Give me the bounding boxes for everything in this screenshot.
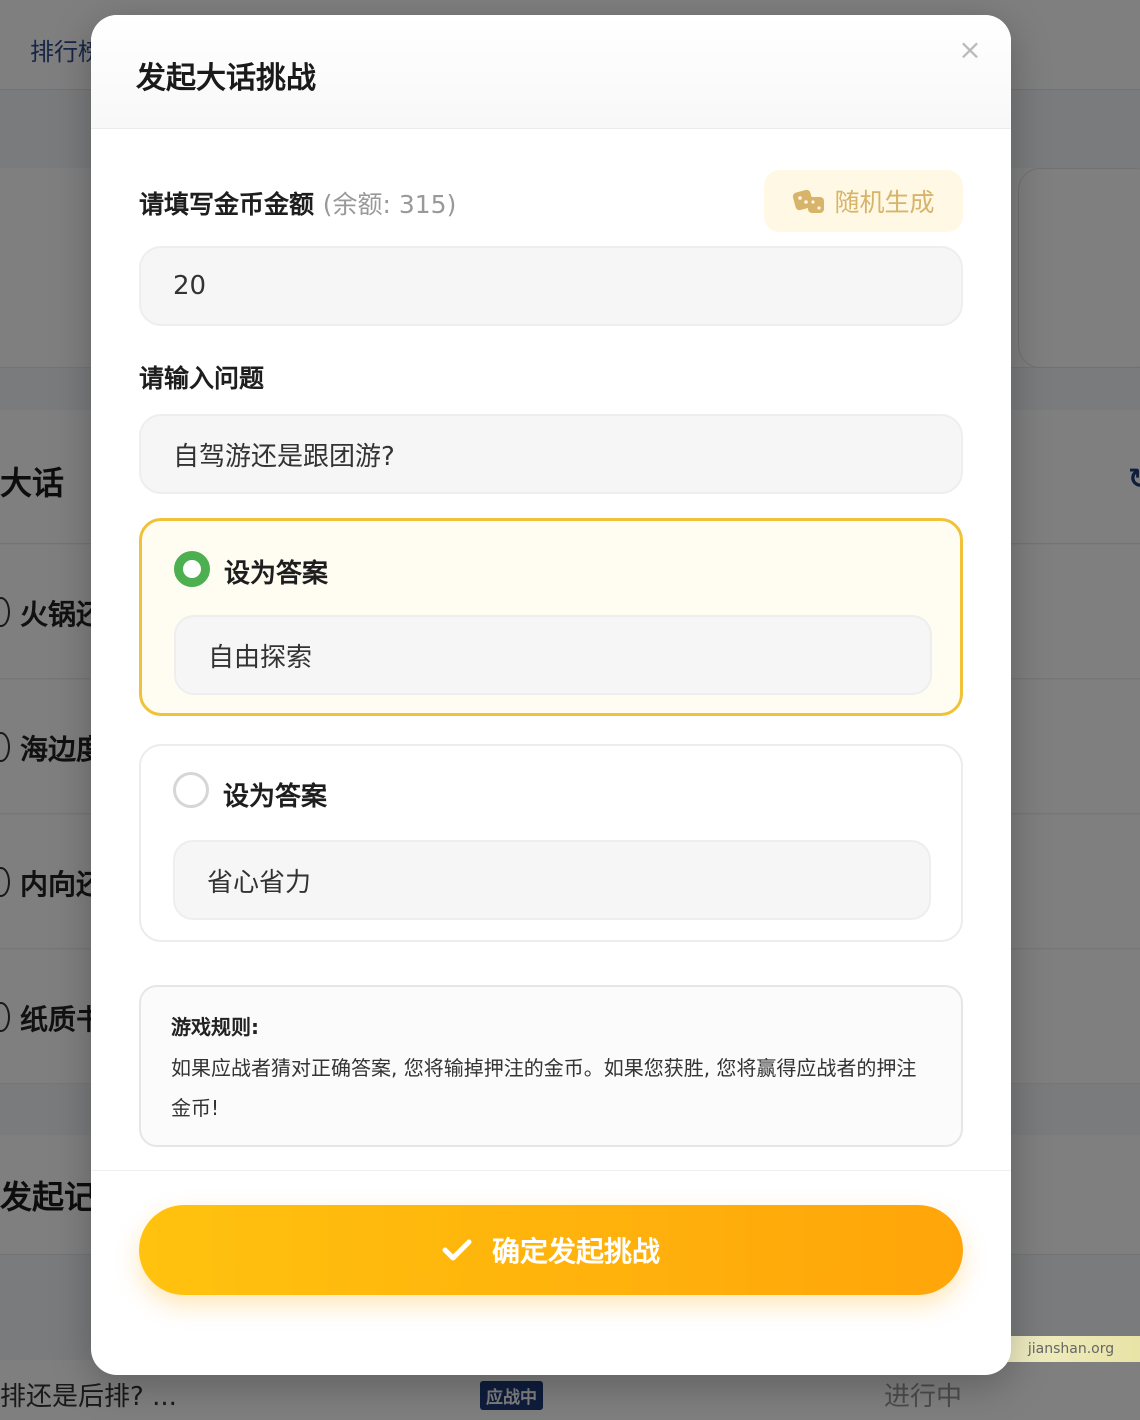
- balance-text: (余额: 315): [322, 190, 457, 219]
- modal-title: 发起大话挑战: [136, 61, 316, 96]
- answer-radio-1[interactable]: [174, 551, 210, 587]
- answer-input-1[interactable]: 自由探索: [174, 615, 932, 695]
- game-rules: 游戏规则: 如果应战者猜对正确答案, 您将输掉押注的金币。如果您获胜, 您将赢得…: [139, 985, 963, 1147]
- question-label: 请输入问题: [139, 364, 265, 393]
- confirm-challenge-button[interactable]: 确定发起挑战: [139, 1205, 963, 1295]
- answer-option-2[interactable]: 设为答案 省心省力: [139, 744, 963, 942]
- footer-divider: [91, 1170, 1011, 1171]
- dice-icon: [793, 189, 825, 213]
- amount-label: 请填写金币金额 (余额: 315): [139, 185, 456, 221]
- watermark: jianshan.org: [1002, 1336, 1140, 1362]
- close-icon[interactable]: ×: [953, 33, 987, 67]
- amount-label-text: 请填写金币金额: [139, 190, 315, 219]
- answer-label-1: 设为答案: [224, 559, 329, 589]
- check-icon: [442, 1239, 472, 1261]
- answer-radio-2[interactable]: [173, 772, 209, 808]
- rules-text: 如果应战者猜对正确答案, 您将输掉押注的金币。如果您获胜, 您将赢得应战者的押注…: [171, 1056, 917, 1120]
- answer-option-1[interactable]: 设为答案 自由探索: [139, 518, 963, 716]
- challenge-modal: 发起大话挑战 × 请填写金币金额 (余额: 315) 随机生成 20 请输入问题…: [91, 15, 1011, 1375]
- answer-label-2: 设为答案: [223, 782, 328, 812]
- answer-input-2[interactable]: 省心省力: [173, 840, 931, 920]
- confirm-button-label: 确定发起挑战: [491, 1235, 660, 1268]
- question-input[interactable]: 自驾游还是跟团游?: [139, 414, 963, 494]
- rules-title: 游戏规则:: [171, 1015, 259, 1039]
- modal-header: 发起大话挑战 ×: [91, 15, 1011, 129]
- random-generate-button[interactable]: 随机生成: [764, 170, 963, 232]
- amount-input[interactable]: 20: [139, 246, 963, 326]
- random-button-label: 随机生成: [834, 188, 935, 217]
